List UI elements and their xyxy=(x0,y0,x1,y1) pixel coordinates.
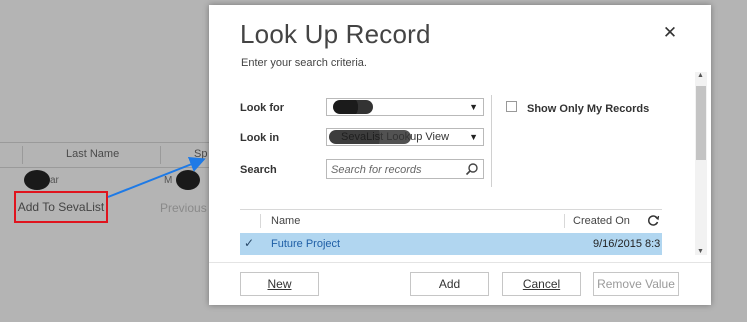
table-row[interactable]: ✓ Future Project 9/16/2015 8:3 xyxy=(240,233,662,255)
divider xyxy=(491,95,492,187)
look-for-label: Look for xyxy=(240,102,284,114)
background-cell: ar xyxy=(50,175,59,186)
cancel-button-label: Cancel xyxy=(522,277,561,291)
look-in-select[interactable]: SevaList Lookup View ▼ xyxy=(326,128,484,146)
search-field[interactable] xyxy=(326,159,484,180)
footer-divider xyxy=(209,262,711,263)
column-separator xyxy=(260,214,261,228)
background-cell: M xyxy=(164,175,173,186)
chevron-down-icon: ▼ xyxy=(469,132,478,142)
dialog-title: Look Up Record xyxy=(240,19,431,49)
look-in-label: Look in xyxy=(240,132,280,144)
search-icon[interactable] xyxy=(465,162,479,176)
scroll-up-icon[interactable]: ▲ xyxy=(697,72,704,79)
remove-value-button[interactable]: Remove Value xyxy=(593,272,679,296)
close-button[interactable]: ✕ xyxy=(660,23,680,43)
look-for-select[interactable]: ▼ xyxy=(326,98,484,116)
scroll-down-icon[interactable]: ▼ xyxy=(697,248,704,255)
search-label: Search xyxy=(240,164,277,176)
show-only-my-records-checkbox[interactable] xyxy=(506,101,517,112)
last-name-header: Last Name xyxy=(66,148,120,160)
column-header-name[interactable]: Name xyxy=(271,215,300,227)
sp-header: Sp xyxy=(194,148,208,160)
column-separator xyxy=(22,146,23,164)
record-name-link[interactable]: Future Project xyxy=(271,238,340,250)
show-only-my-records-label: Show Only My Records xyxy=(527,103,650,115)
add-to-sevalist-label: Add To SevaList xyxy=(17,200,105,214)
checkmark-icon: ✓ xyxy=(244,236,255,250)
close-icon: ✕ xyxy=(662,23,678,42)
search-input[interactable] xyxy=(327,160,463,180)
refresh-icon[interactable] xyxy=(647,214,660,227)
column-header-created-on[interactable]: Created On xyxy=(573,215,630,227)
lookup-record-dialog: Look Up Record Enter your search criteri… xyxy=(209,5,711,305)
column-separator xyxy=(160,146,161,164)
dialog-subtitle: Enter your search criteria. xyxy=(241,57,367,69)
add-button[interactable]: Add xyxy=(410,272,489,296)
column-separator xyxy=(564,214,565,228)
redaction-mark xyxy=(329,130,411,144)
add-to-sevalist-button[interactable]: Add To SevaList xyxy=(14,191,108,223)
redaction-mark xyxy=(333,100,373,114)
new-button-label: New xyxy=(267,277,292,291)
vertical-scrollbar[interactable]: ▲ ▼ xyxy=(695,72,707,255)
redaction-mark xyxy=(24,170,50,190)
redaction-mark xyxy=(176,170,200,190)
new-button[interactable]: New xyxy=(240,272,319,296)
chevron-down-icon: ▼ xyxy=(469,102,478,112)
scroll-thumb[interactable] xyxy=(696,86,706,160)
remove-value-button-label: Remove Value xyxy=(597,277,675,291)
results-grid-header: Name Created On xyxy=(240,209,662,232)
created-on-cell: 9/16/2015 8:3 xyxy=(593,238,661,250)
cancel-button[interactable]: Cancel xyxy=(502,272,581,296)
add-button-label: Add xyxy=(438,277,461,291)
previous-link[interactable]: Previous xyxy=(160,201,207,215)
